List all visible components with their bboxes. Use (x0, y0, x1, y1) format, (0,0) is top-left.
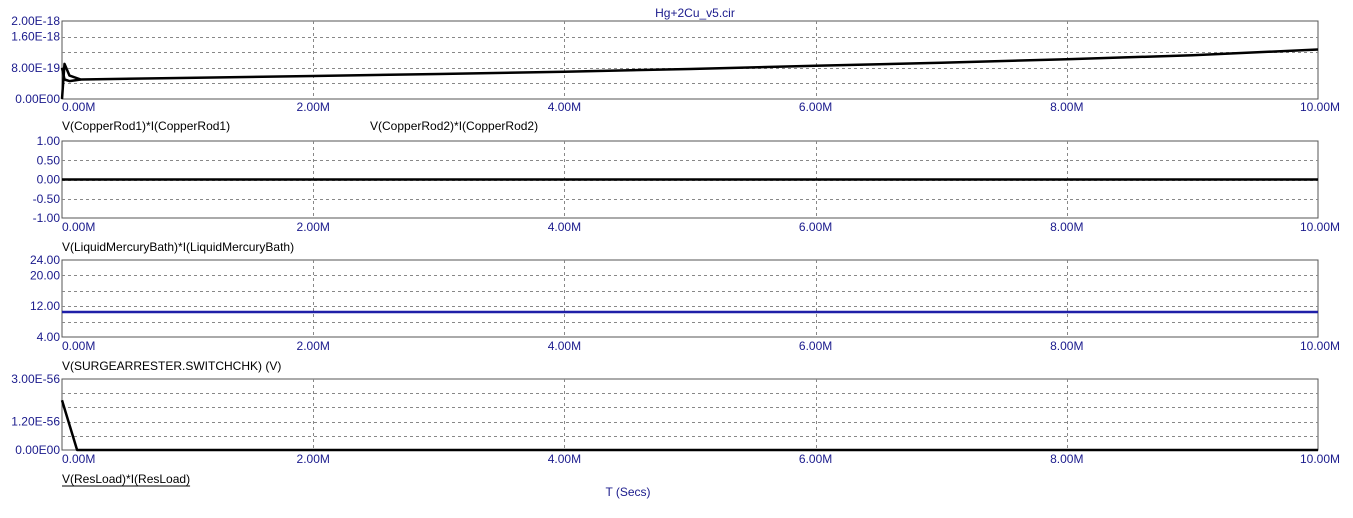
y-tick-label: -0.50 (33, 192, 61, 206)
x-tick-label: 10.00M (1300, 452, 1340, 466)
x-tick-label: 4.00M (548, 220, 581, 234)
trace-label[interactable]: V(ResLoad)*I(ResLoad) (62, 472, 190, 486)
y-tick-label: 0.00E00 (15, 443, 60, 457)
y-tick-label: 12.00 (30, 299, 60, 313)
x-tick-label: 8.00M (1050, 220, 1083, 234)
y-tick-label: -1.00 (33, 211, 61, 225)
y-tick-label: 0.00 (37, 173, 61, 187)
panel-frame (61, 259, 1319, 338)
x-tick-label: 6.00M (799, 220, 832, 234)
plot-panel-2: 1.00 0.50 0.00 -0.50 -1.000.00M 2.00M 4.00M 6.0… (33, 134, 1340, 254)
x-tick-label: 0.00M (62, 452, 95, 466)
panel-frame (61, 378, 1319, 451)
plot-title: Hg+2Cu_v5.cir (655, 6, 735, 20)
y-tick-label: 0.00E00 (15, 92, 60, 106)
plot-panel-4: 3.00E-56 1.20E-56 0.00E000.00M 2.00M 4.00M 6.… (11, 372, 1340, 487)
y-tick-label: 1.00 (37, 134, 61, 148)
y-tick-label: 1.60E-18 (11, 30, 60, 44)
x-tick-label: 0.00M (62, 339, 95, 353)
y-tick-label: 0.50 (37, 153, 61, 167)
x-tick-label: 4.00M (548, 339, 581, 353)
plot-panel-1: 2.00E-18 1.60E-18 8.00E-19 0.00E000.00M 2.00… (11, 14, 1340, 133)
x-tick-label: 10.00M (1300, 339, 1340, 353)
x-tick-label: 0.00M (62, 100, 95, 114)
trace-label[interactable]: V(CopperRod2)*I(CopperRod2) (370, 119, 538, 133)
trace-label[interactable]: V(SURGEARRESTER.SWITCHCHK) (V) (62, 359, 281, 373)
y-tick-label: 24.00 (30, 253, 60, 267)
x-tick-label: 2.00M (297, 452, 330, 466)
x-tick-label: 8.00M (1050, 100, 1083, 114)
x-axis-label: T (Secs) (605, 485, 650, 499)
x-tick-label: 6.00M (799, 339, 832, 353)
y-tick-label: 8.00E-19 (11, 61, 60, 75)
x-tick-label: 6.00M (799, 100, 832, 114)
y-tick-label: 2.00E-18 (11, 14, 60, 28)
x-tick-label: 2.00M (297, 100, 330, 114)
x-tick-label: 4.00M (548, 100, 581, 114)
plot-canvas: Hg+2Cu_v5.cir T (Secs) 2.00E-18 1.60E-18 8… (11, 6, 1340, 499)
x-tick-label: 4.00M (548, 452, 581, 466)
simulation-plot-window: Hg+2Cu_v5.cir T (Secs) 2.00E-18 1.60E-18 8… (0, 0, 1353, 513)
x-tick-label: 10.00M (1300, 220, 1340, 234)
x-tick-label: 2.00M (297, 339, 330, 353)
x-tick-label: 8.00M (1050, 339, 1083, 353)
x-tick-label: 6.00M (799, 452, 832, 466)
x-tick-label: 2.00M (297, 220, 330, 234)
y-tick-label: 4.00 (37, 330, 61, 344)
trace-label[interactable]: V(CopperRod1)*I(CopperRod1) (62, 119, 230, 133)
y-tick-label: 20.00 (30, 268, 60, 282)
y-tick-label: 1.20E-56 (11, 415, 60, 429)
trace-label[interactable]: V(LiquidMercuryBath)*I(LiquidMercuryBath… (62, 240, 294, 254)
y-tick-label: 3.00E-56 (11, 372, 60, 386)
x-tick-label: 8.00M (1050, 452, 1083, 466)
x-tick-label: 0.00M (62, 220, 95, 234)
plot-panel-3: 24.0020.00 12.00 4.000.00M 2.00M 4.00M 6.00M 8… (30, 253, 1340, 373)
x-tick-label: 10.00M (1300, 100, 1340, 114)
panel-frame (61, 20, 1319, 100)
